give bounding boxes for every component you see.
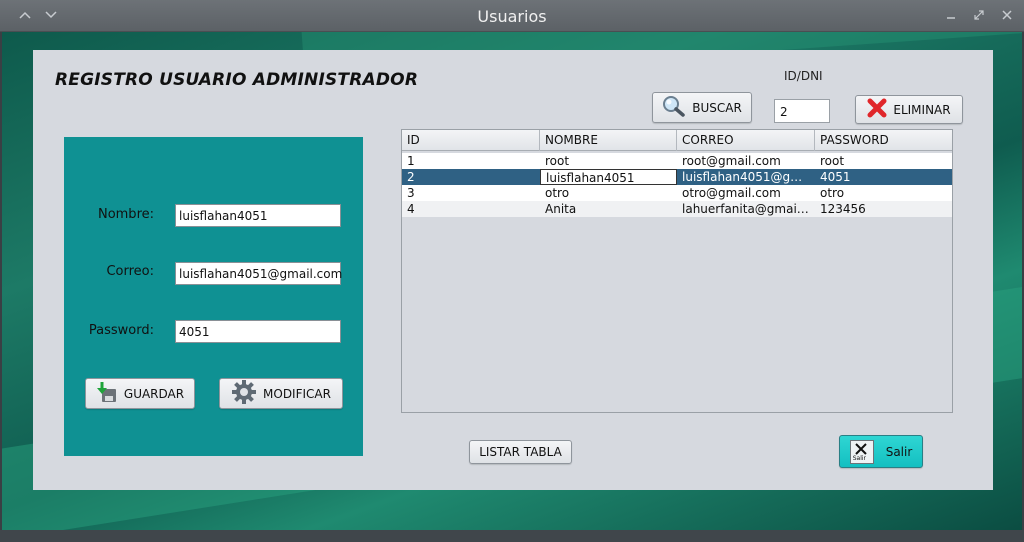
main-panel: REGISTRO USUARIO ADMINISTRADOR ID/DNI BU… bbox=[33, 50, 993, 490]
salir-label: Salir bbox=[885, 444, 913, 459]
table-row[interactable]: 3 otro otro@gmail.com otro bbox=[402, 185, 952, 201]
user-form: Nombre: luisflahan4051 Correo: luisflaha… bbox=[64, 137, 363, 456]
correo-field[interactable]: luisflahan4051@gmail.com bbox=[175, 262, 342, 285]
column-header-nombre[interactable]: NOMBRE bbox=[540, 130, 677, 151]
table-header: ID NOMBRE CORREO PASSWORD bbox=[402, 130, 952, 151]
exit-icon-caption: Salir bbox=[852, 454, 866, 462]
minimize-icon[interactable] bbox=[944, 8, 958, 22]
salir-button[interactable]: Salir Salir bbox=[839, 435, 923, 468]
eliminar-label: ELIMINAR bbox=[893, 102, 951, 117]
cell-correo: luisflahan4051@gma... bbox=[682, 170, 815, 184]
cell-correo: otro@gmail.com bbox=[682, 186, 781, 200]
cell-password: otro bbox=[820, 186, 845, 200]
window-title: Usuarios bbox=[477, 7, 547, 26]
password-label: Password: bbox=[88, 323, 154, 338]
cell-id: 3 bbox=[407, 186, 415, 200]
save-icon bbox=[96, 381, 118, 406]
close-icon[interactable] bbox=[1000, 8, 1014, 22]
listar-tabla-button[interactable]: LISTAR TABLA bbox=[469, 440, 572, 464]
cell-id: 1 bbox=[407, 154, 415, 168]
maximize-icon[interactable] bbox=[972, 8, 986, 22]
exit-icon: Salir bbox=[849, 439, 874, 464]
cell-password: 123456 bbox=[820, 202, 866, 216]
cell-password: 4051 bbox=[820, 170, 851, 184]
id-dni-label: ID/DNI bbox=[784, 69, 823, 83]
cell-password: root bbox=[820, 154, 845, 168]
table-row-selected[interactable]: 2 luisflahan4051 luisflahan4051@gma... 4… bbox=[402, 169, 952, 185]
guardar-label: GUARDAR bbox=[123, 386, 185, 401]
window-titlebar[interactable]: Usuarios bbox=[0, 0, 1024, 32]
gear-icon bbox=[231, 379, 257, 408]
nombre-field[interactable]: luisflahan4051 bbox=[175, 204, 341, 227]
cell-id: 2 bbox=[407, 170, 415, 184]
table-row[interactable]: 4 Anita lahuerfanita@gmail.c... 123456 bbox=[402, 201, 952, 217]
eliminar-button[interactable]: ELIMINAR bbox=[855, 95, 963, 124]
id-dni-input[interactable]: 2 bbox=[774, 99, 830, 123]
cell-id: 4 bbox=[407, 202, 415, 216]
password-field[interactable]: 4051 bbox=[175, 320, 341, 343]
cell-correo: root@gmail.com bbox=[682, 154, 781, 168]
table-row[interactable]: 1 root root@gmail.com root bbox=[402, 153, 952, 169]
cell-nombre-editing[interactable]: luisflahan4051 bbox=[540, 169, 677, 185]
correo-label: Correo: bbox=[106, 264, 154, 279]
taskbar-edge bbox=[0, 530, 1024, 542]
buscar-label: BUSCAR bbox=[692, 100, 742, 115]
users-table[interactable]: ID NOMBRE CORREO PASSWORD 1 root root@gm… bbox=[401, 129, 953, 413]
guardar-button[interactable]: GUARDAR bbox=[85, 378, 195, 409]
cell-correo: lahuerfanita@gmail.c... bbox=[682, 202, 815, 216]
nombre-label: Nombre: bbox=[97, 207, 154, 222]
cell-nombre: Anita bbox=[545, 202, 577, 216]
modificar-label: MODIFICAR bbox=[263, 386, 331, 401]
buscar-button[interactable]: BUSCAR bbox=[652, 92, 752, 123]
modificar-button[interactable]: MODIFICAR bbox=[219, 378, 343, 409]
desktop: Usuarios REGISTRO USUARIO ADMINISTRADOR … bbox=[0, 0, 1024, 542]
page-title: REGISTRO USUARIO ADMINISTRADOR bbox=[55, 70, 419, 90]
column-header-correo[interactable]: CORREO bbox=[677, 130, 815, 151]
cell-nombre: root bbox=[545, 154, 570, 168]
column-header-id[interactable]: ID bbox=[402, 130, 540, 151]
search-icon bbox=[662, 95, 686, 120]
delete-x-icon bbox=[867, 98, 887, 121]
column-header-password[interactable]: PASSWORD bbox=[815, 130, 952, 151]
cell-nombre: otro bbox=[545, 186, 570, 200]
